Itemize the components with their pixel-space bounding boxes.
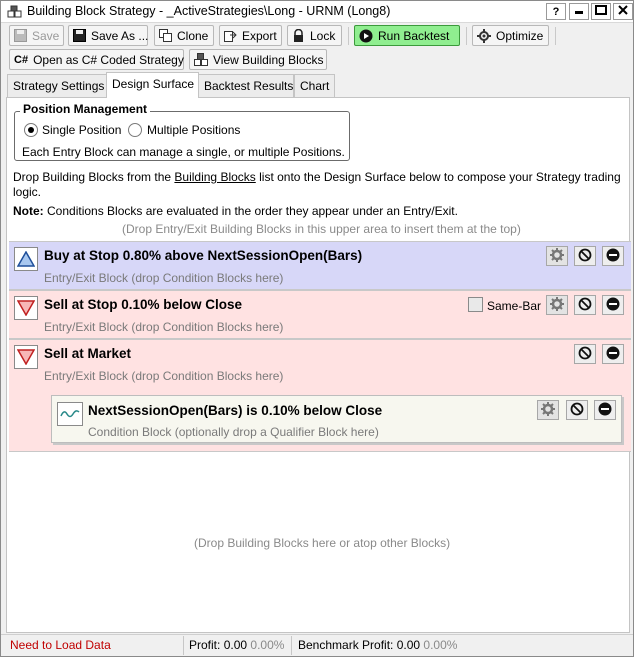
ban-icon bbox=[570, 402, 584, 419]
minimize-button[interactable] bbox=[569, 3, 589, 20]
gear-icon bbox=[550, 296, 564, 314]
toolbar-separator bbox=[466, 27, 467, 45]
benchmark-profit-readout: Benchmark Profit: 0.00 0.00% bbox=[298, 638, 458, 652]
view-building-blocks-button[interactable]: View Building Blocks bbox=[189, 49, 327, 70]
disable-block-button[interactable] bbox=[574, 246, 596, 266]
instructions-line1: Drop Building Blocks from the Building B… bbox=[13, 170, 621, 184]
sell-triangle-icon bbox=[14, 345, 38, 369]
maximize-icon bbox=[595, 5, 607, 18]
status-bar: Need to Load Data Profit: 0.00 0.00% Ben… bbox=[1, 634, 633, 656]
csharp-icon: C# bbox=[14, 53, 29, 66]
building-blocks-icon bbox=[194, 53, 208, 67]
toolbar-separator bbox=[348, 27, 349, 45]
disable-block-button[interactable] bbox=[566, 400, 588, 420]
optimize-gear-icon bbox=[477, 28, 491, 43]
drop-hint-top: (Drop Entry/Exit Building Blocks in this… bbox=[122, 222, 521, 236]
status-separator bbox=[291, 636, 292, 655]
position-management-title: Position Management bbox=[20, 102, 151, 116]
export-button[interactable]: Export bbox=[219, 25, 282, 46]
same-bar-checkbox[interactable] bbox=[468, 297, 483, 312]
position-management-description: Each Entry Block can manage a single, or… bbox=[22, 145, 345, 159]
toolbar-separator bbox=[555, 27, 556, 45]
minimize-icon bbox=[574, 5, 584, 18]
remove-icon bbox=[598, 402, 612, 419]
building-blocks-link[interactable]: Building Blocks bbox=[174, 170, 255, 184]
status-separator bbox=[183, 636, 184, 655]
disable-block-button[interactable] bbox=[574, 344, 596, 364]
profit-readout: Profit: 0.00 0.00% bbox=[189, 638, 285, 652]
lock-button[interactable]: Lock bbox=[287, 25, 342, 46]
condition-title: NextSessionOpen(Bars) is 0.10% below Clo… bbox=[88, 403, 383, 418]
block-subtitle: Entry/Exit Block (drop Condition Blocks … bbox=[44, 369, 284, 383]
close-button[interactable] bbox=[613, 3, 633, 20]
run-backtest-button[interactable]: Run Backtest bbox=[354, 25, 460, 46]
buy-triangle-icon bbox=[14, 247, 38, 271]
instructions-line2: logic. bbox=[13, 185, 42, 199]
sell-triangle-icon bbox=[14, 296, 38, 320]
tab-strategy-settings[interactable]: Strategy Settings bbox=[7, 74, 107, 97]
building-blocks-icon bbox=[7, 5, 23, 19]
remove-block-button[interactable] bbox=[602, 295, 624, 315]
help-icon: ? bbox=[552, 5, 560, 18]
remove-icon bbox=[606, 297, 620, 314]
remove-icon bbox=[606, 346, 620, 363]
maximize-button[interactable] bbox=[591, 3, 611, 20]
save-button[interactable]: Save bbox=[9, 25, 64, 46]
close-icon bbox=[618, 5, 628, 18]
strategy-window: Building Block Strategy - _ActiveStrateg… bbox=[0, 0, 634, 657]
entry-block-buy[interactable]: Buy at Stop 0.80% above NextSessionOpen(… bbox=[9, 241, 631, 290]
tab-chart[interactable]: Chart bbox=[294, 74, 335, 97]
single-position-radio[interactable] bbox=[24, 123, 38, 137]
condition-block[interactable]: NextSessionOpen(Bars) is 0.10% below Clo… bbox=[51, 395, 622, 443]
export-icon bbox=[224, 29, 237, 43]
ban-icon bbox=[578, 346, 592, 363]
optimize-button[interactable]: Optimize bbox=[472, 25, 549, 46]
gear-icon bbox=[541, 401, 555, 419]
floppy-disk-icon bbox=[14, 29, 27, 43]
settings-gear-button[interactable] bbox=[537, 400, 559, 420]
block-title: Sell at Stop 0.10% below Close bbox=[44, 297, 243, 312]
play-icon bbox=[359, 29, 373, 43]
wave-chart-icon bbox=[57, 402, 83, 426]
ban-icon bbox=[578, 248, 592, 265]
clone-icon bbox=[159, 29, 172, 43]
instructions-note: Note: Conditions Blocks are evaluated in… bbox=[13, 204, 458, 218]
same-bar-label[interactable]: Same-Bar bbox=[487, 299, 541, 313]
single-position-label[interactable]: Single Position bbox=[42, 123, 121, 137]
block-subtitle: Entry/Exit Block (drop Condition Blocks … bbox=[44, 271, 284, 285]
block-title: Sell at Market bbox=[44, 346, 132, 361]
load-status: Need to Load Data bbox=[10, 638, 111, 652]
remove-block-button[interactable] bbox=[602, 344, 624, 364]
open-csharp-button[interactable]: C# Open as C# Coded Strategy bbox=[9, 49, 184, 70]
multiple-positions-label[interactable]: Multiple Positions bbox=[147, 123, 240, 137]
remove-block-button[interactable] bbox=[602, 246, 624, 266]
remove-icon bbox=[606, 248, 620, 265]
save-as-button[interactable]: Save As ... bbox=[68, 25, 148, 46]
remove-block-button[interactable] bbox=[594, 400, 616, 420]
entry-block-sell-stop[interactable]: Sell at Stop 0.10% below Close Entry/Exi… bbox=[9, 290, 631, 339]
help-button[interactable]: ? bbox=[546, 3, 566, 20]
clone-button[interactable]: Clone bbox=[154, 25, 214, 46]
condition-subtitle: Condition Block (optionally drop a Quali… bbox=[88, 425, 379, 439]
title-bar[interactable]: Building Block Strategy - _ActiveStrateg… bbox=[1, 1, 633, 23]
drop-hint-bottom: (Drop Building Blocks here or atop other… bbox=[194, 536, 451, 550]
floppy-disk-icon bbox=[73, 29, 86, 43]
ban-icon bbox=[578, 297, 592, 314]
settings-gear-button[interactable] bbox=[546, 295, 568, 315]
settings-gear-button[interactable] bbox=[546, 246, 568, 266]
window-title: Building Block Strategy - _ActiveStrateg… bbox=[27, 4, 391, 18]
tab-backtest-results[interactable]: Backtest Results bbox=[198, 74, 294, 97]
gear-icon bbox=[550, 247, 564, 265]
block-title: Buy at Stop 0.80% above NextSessionOpen(… bbox=[44, 248, 363, 263]
lock-icon bbox=[292, 29, 305, 43]
disable-block-button[interactable] bbox=[574, 295, 596, 315]
tab-design-surface[interactable]: Design Surface bbox=[106, 72, 199, 98]
block-subtitle: Entry/Exit Block (drop Condition Blocks … bbox=[44, 320, 284, 334]
multiple-positions-radio[interactable] bbox=[128, 123, 142, 137]
